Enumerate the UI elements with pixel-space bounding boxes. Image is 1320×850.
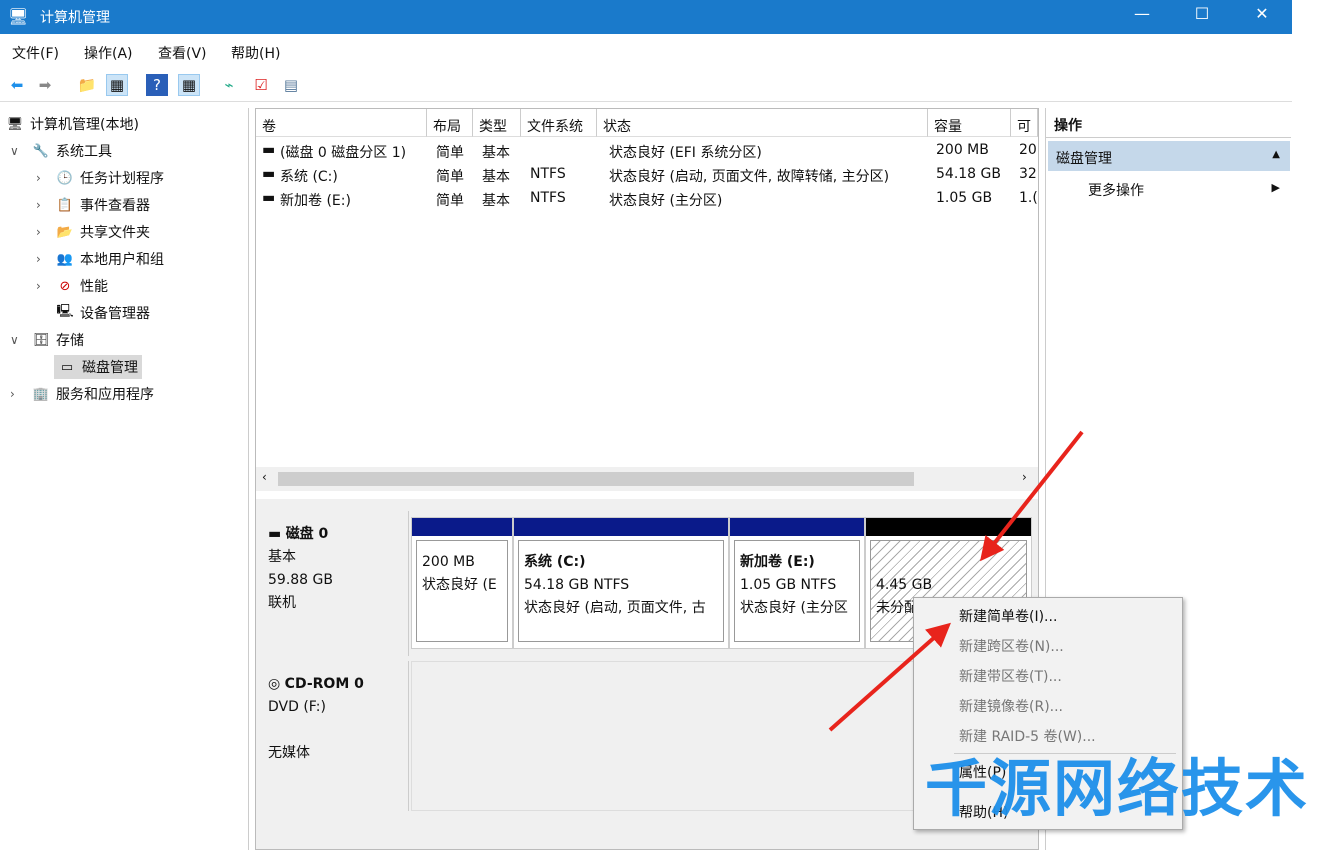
watermark: 千源网络技术 [925,738,1309,828]
red-arrow-unallocated [985,432,1082,555]
red-arrow-menu [830,628,945,730]
annotation-arrows [0,0,1320,850]
